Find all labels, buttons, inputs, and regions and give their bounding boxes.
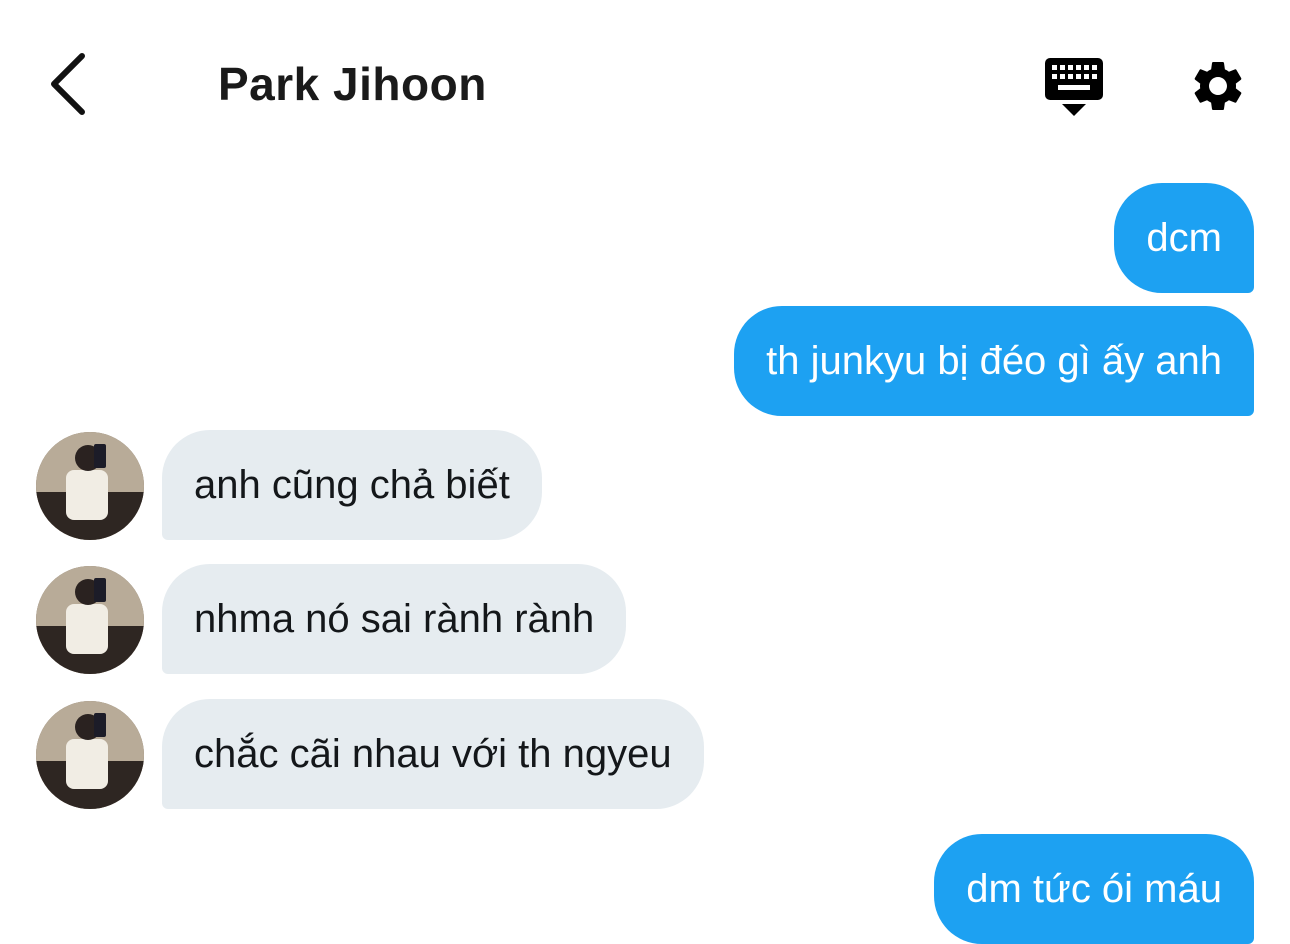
message-bubble-sent[interactable]: dm tức ói máu	[934, 834, 1254, 944]
chevron-left-icon	[51, 53, 85, 115]
message-bubble-sent[interactable]: th junkyu bị đéo gì ấy anh	[734, 306, 1254, 416]
avatar-photo-icon	[36, 432, 144, 540]
conversation-title: Park Jihoon	[218, 58, 487, 110]
message-bubble-received[interactable]: nhma nó sai rành rành	[162, 564, 627, 674]
conversation-header: Park Jihoon	[0, 0, 1290, 160]
keyboard-icon	[1045, 58, 1103, 116]
message-bubble-received[interactable]: chắc cãi nhau với th ngyeu	[162, 699, 704, 809]
avatar[interactable]	[36, 566, 144, 674]
message-bubble-sent[interactable]: dcm	[1114, 183, 1254, 293]
avatar[interactable]	[36, 432, 144, 540]
avatar-photo-icon	[36, 701, 144, 809]
gear-icon	[1194, 61, 1242, 110]
avatar-photo-icon	[36, 566, 144, 674]
avatar[interactable]	[36, 701, 144, 809]
back-button[interactable]	[36, 50, 100, 118]
message-bubble-received[interactable]: anh cũng chả biết	[162, 430, 542, 540]
keyboard-button[interactable]	[1040, 52, 1108, 120]
settings-button[interactable]	[1184, 52, 1252, 120]
